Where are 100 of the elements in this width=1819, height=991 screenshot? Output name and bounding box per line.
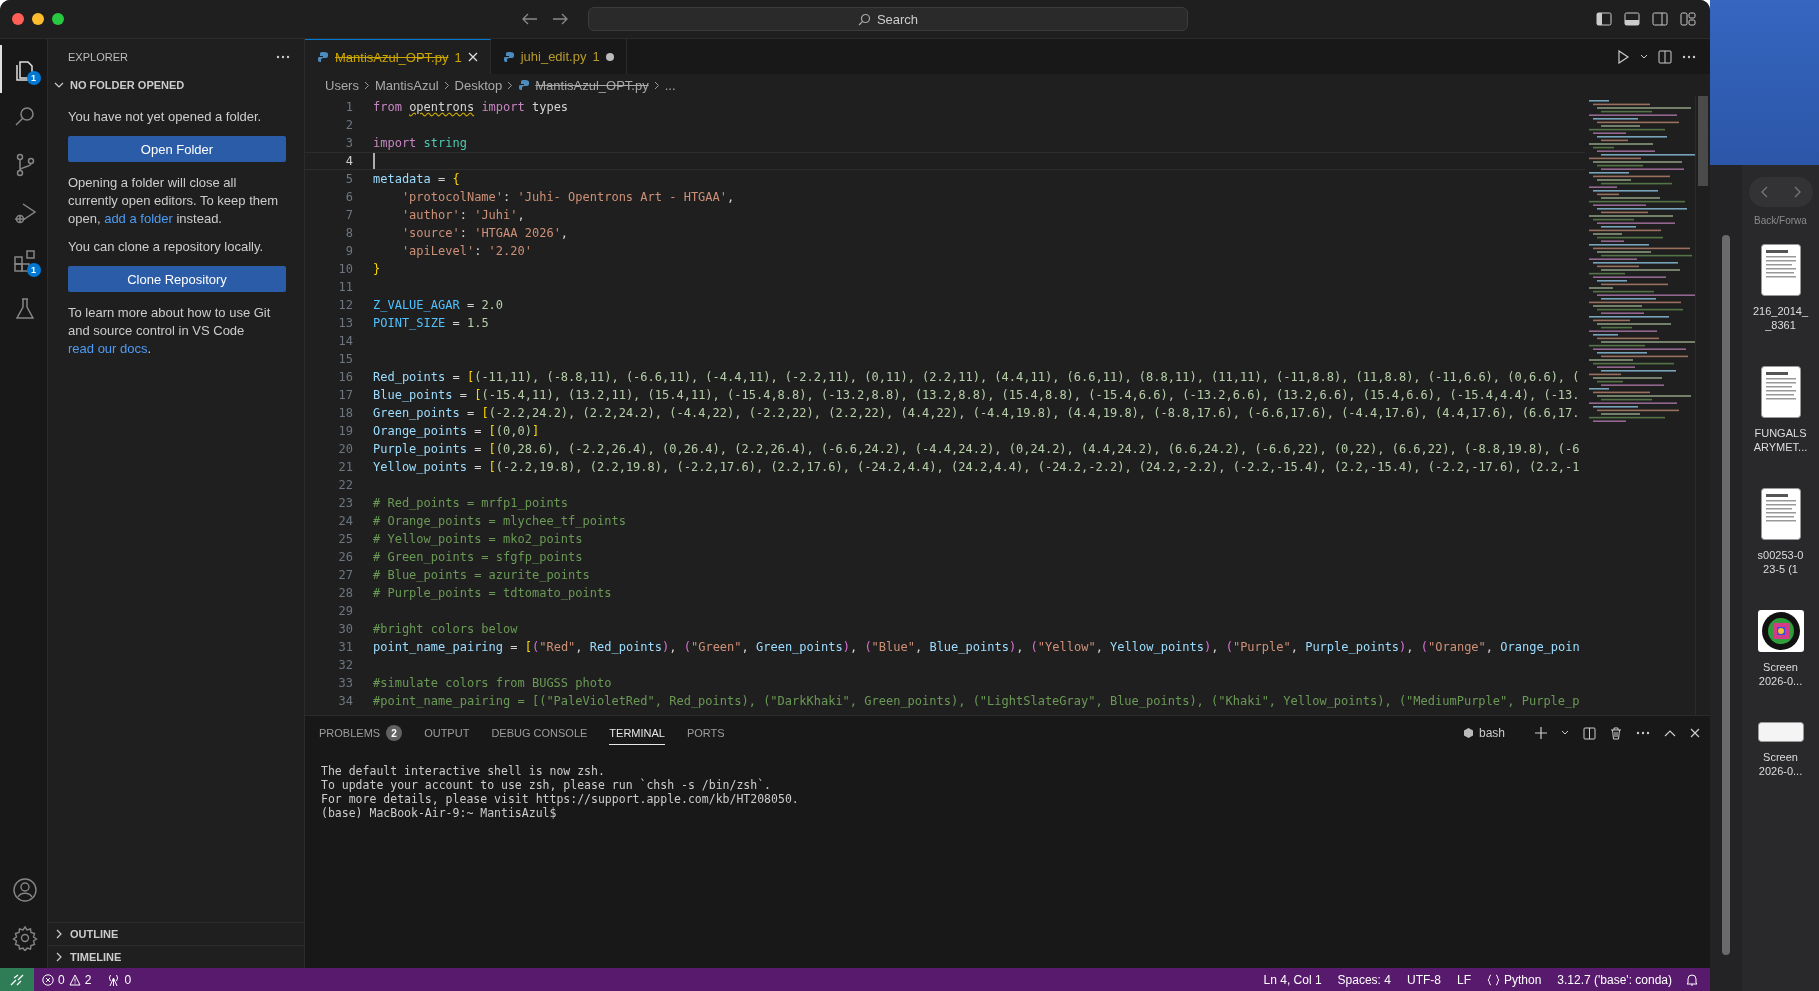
- split-terminal-icon[interactable]: [1583, 726, 1596, 740]
- back-arrow-icon[interactable]: [522, 13, 538, 25]
- sidebar-layout-icon[interactable]: [1596, 12, 1612, 26]
- maximize-window-button[interactable]: [52, 13, 64, 25]
- chevron-icon: [54, 929, 64, 939]
- breadcrumb[interactable]: Users: [325, 77, 359, 93]
- document-thumbnail[interactable]: [1760, 244, 1801, 296]
- panel-tab[interactable]: DEBUG CONSOLE: [491, 722, 588, 744]
- more-actions-icon[interactable]: [1682, 54, 1696, 59]
- sidebar-text: You can clone a repository locally.: [68, 238, 265, 256]
- breadcrumb[interactable]: Desktop: [454, 77, 503, 93]
- python-file-icon: [502, 50, 515, 63]
- status-item[interactable]: Python: [1479, 972, 1550, 987]
- status-item[interactable]: LF: [1448, 972, 1479, 987]
- line-number: 11: [337, 280, 353, 294]
- terminal-shell-tab[interactable]: bash: [1462, 726, 1505, 740]
- editor-tab[interactable]: MantisAzul_OPT.py 1: [305, 39, 491, 74]
- code-line: 'protocolName': 'Juhi- Opentrons Art - HTGAA',: [400, 190, 735, 204]
- status-item[interactable]: Ln 4, Col 1: [1255, 972, 1330, 987]
- close-icon[interactable]: [467, 52, 478, 62]
- screenshot-thumbnail[interactable]: [1757, 722, 1804, 742]
- code-line: Yellow_points = [(-2.2,19.8), (2.2,19.8), (-2.2,17.6), (2.2,17.6), (-24.2,4.4), (24.2,4.4), (-24.2,-2.2), (24.2,-2.2), (-2.2,-15.4), (2.2,-15.4), (-2.2,-17.6), (2.2,-1: [373, 460, 1580, 474]
- settings-icon[interactable]: [11, 925, 38, 951]
- problems-status[interactable]: 0 2: [34, 972, 100, 987]
- notification-badge: 1: [26, 71, 41, 85]
- line-number: 33: [337, 676, 353, 690]
- trash-icon[interactable]: [1610, 726, 1622, 740]
- text-cursor: [373, 153, 375, 169]
- bell-icon[interactable]: [1686, 973, 1698, 986]
- code-line: metadata = {: [373, 172, 460, 186]
- ports-status[interactable]: 0: [99, 972, 140, 987]
- line-number: 4: [344, 154, 353, 168]
- link[interactable]: add a folder: [104, 211, 173, 226]
- chevron-icon: [443, 80, 450, 90]
- caret-icon[interactable]: [1561, 730, 1569, 736]
- sidebar-title: EXPLORER: [68, 50, 128, 63]
- document-thumbnail[interactable]: [1760, 366, 1801, 418]
- more-actions-icon[interactable]: [1636, 731, 1650, 735]
- warning-icon: [68, 973, 81, 986]
- run-icon[interactable]: [1616, 49, 1630, 64]
- forward-arrow-icon[interactable]: [552, 13, 568, 25]
- sidebar-text: To learn more about how to use Git and source control in VS Code read our docs.: [68, 304, 272, 358]
- minimize-window-button[interactable]: [32, 13, 44, 25]
- line-number: 29: [337, 604, 353, 618]
- close-icon[interactable]: [1690, 728, 1700, 738]
- line-number: 19: [337, 424, 353, 438]
- account-icon[interactable]: [11, 877, 38, 903]
- more-actions-icon[interactable]: [276, 54, 290, 59]
- panel-tab[interactable]: TERMINAL: [609, 721, 665, 745]
- sidebar-button[interactable]: Open Folder: [68, 136, 286, 162]
- line-number: 10: [337, 262, 353, 276]
- code-line: #simulate colors from BUGSS photo: [373, 676, 612, 690]
- maximize-panel-icon[interactable]: [1664, 729, 1676, 737]
- section-header[interactable]: NO FOLDER OPENED: [48, 74, 304, 96]
- status-item[interactable]: 3.12.7 ('base': conda): [1549, 972, 1680, 987]
- sidebar-button[interactable]: Clone Repository: [68, 266, 286, 292]
- scrollbar[interactable]: [1722, 235, 1730, 955]
- line-number: 1: [344, 100, 353, 114]
- file-name: Screen: [1763, 750, 1798, 764]
- panel-tab[interactable]: PROBLEMS 2: [319, 722, 403, 744]
- line-number: 9: [344, 244, 353, 258]
- panel-layout-icon[interactable]: [1624, 12, 1640, 26]
- notification-badge: 1: [26, 263, 41, 277]
- file-name: 2026-0...: [1758, 764, 1803, 778]
- scrollbar[interactable]: [1698, 96, 1708, 186]
- panel-tab[interactable]: OUTPUT: [424, 722, 470, 744]
- panel-tab[interactable]: PORTS: [686, 722, 725, 744]
- chevron-icon: [363, 80, 370, 90]
- line-number: 13: [337, 316, 353, 330]
- chevron-icon: [507, 80, 514, 90]
- search-field[interactable]: Search: [588, 7, 1188, 31]
- line-number: 18: [337, 406, 353, 420]
- search-icon: [857, 12, 871, 26]
- file-name: FUNGALS: [1754, 426, 1807, 440]
- status-item[interactable]: Spaces: 4: [1329, 972, 1399, 987]
- code-line: import string: [373, 136, 467, 150]
- remote-button[interactable]: [0, 968, 34, 991]
- breadcrumb[interactable]: MantisAzul_OPT.py: [535, 77, 649, 93]
- split-editor-icon[interactable]: [1658, 49, 1672, 64]
- line-number: 7: [344, 208, 353, 222]
- caret-icon[interactable]: [1640, 53, 1648, 60]
- close-window-button[interactable]: [12, 13, 24, 25]
- line-number: 14: [337, 334, 353, 348]
- chevron-icon: [54, 952, 64, 962]
- line-number: 6: [344, 190, 353, 204]
- breadcrumb[interactable]: MantisAzul: [374, 77, 439, 93]
- code-line: Green_points = [(-2.2,24.2), (2.2,24.2), (-4.4,22), (-2.2,22), (2.2,22), (4.4,22), (-4.4,19.8), (4.4,19.8), (-8.8,17.6), (-6.6,17.6), (-4.4,17.6), (4.4,17.6), (6.6,17.: [373, 406, 1580, 420]
- status-item[interactable]: UTF-8: [1398, 972, 1449, 987]
- plus-icon[interactable]: [1535, 727, 1547, 739]
- line-number: 12: [337, 298, 353, 312]
- section-header[interactable]: OUTLINE: [48, 922, 304, 945]
- extensions-icon[interactable]: [11, 248, 38, 274]
- document-thumbnail[interactable]: [1760, 488, 1801, 540]
- split-layout-icon[interactable]: [1652, 12, 1668, 26]
- grid-layout-icon[interactable]: [1680, 12, 1696, 26]
- activity-bar-item[interactable]: 1: [0, 237, 48, 285]
- link[interactable]: read our docs: [68, 341, 148, 356]
- file-name: _8361: [1765, 318, 1796, 332]
- breadcrumb[interactable]: ...: [664, 77, 676, 93]
- remote-icon: [10, 973, 24, 986]
